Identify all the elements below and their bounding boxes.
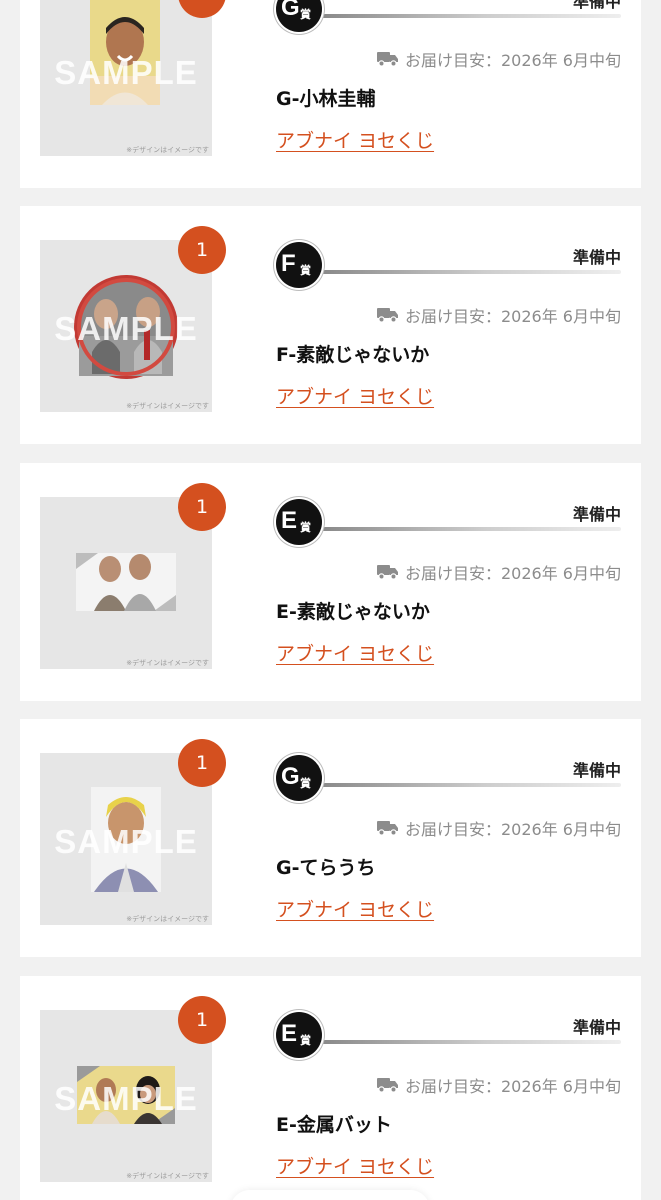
grade-suffix: 賞 (300, 8, 311, 21)
design-note: ※デザインはイメージです (126, 146, 209, 154)
sample-watermark: SAMPLE (54, 310, 198, 347)
delivery-estimate: お届け目安：2026年 6月中旬 (377, 303, 621, 327)
grade-letter: E (281, 507, 298, 534)
prize-thumbnail: SAMPLE ※デザインはイメージです (40, 0, 212, 156)
grade-letter: F (281, 250, 296, 277)
grade-badge: F 賞 (276, 242, 322, 288)
status-label: 準備中 (572, 1018, 621, 1037)
grade-badge: G 賞 (276, 0, 322, 32)
quantity-badge: 1 (178, 483, 226, 531)
quantity-badge: 1 (178, 996, 226, 1044)
grade-letter: E (281, 1020, 298, 1047)
grade-suffix: 賞 (300, 777, 311, 790)
status-label: 準備中 (572, 0, 621, 11)
truck-icon (377, 821, 398, 836)
grade-suffix: 賞 (300, 1034, 311, 1047)
prize-card: SAMPLE ※デザインはイメージです 1 F 賞 準備中 お届け目安：2026… (20, 206, 641, 444)
progress-track (318, 527, 621, 531)
sample-watermark: SAMPLE (54, 1080, 198, 1117)
quantity-badge: 1 (178, 739, 226, 787)
design-note: ※デザインはイメージです (126, 659, 209, 667)
progress-track (318, 270, 621, 274)
delivery-text: お届け目安：2026年 6月中旬 (405, 564, 621, 583)
lottery-link[interactable]: アブナイ ヨセくじ (276, 639, 434, 666)
prize-card: SAMPLE ※デザインはイメージです 1 G 賞 準備中 お届け目安：2026… (20, 0, 641, 188)
grade-badge: G 賞 (276, 755, 322, 801)
prize-card: ※デザインはイメージです 1 E 賞 準備中 お届け目安：2026年 6月中旬 … (20, 463, 641, 701)
delivery-text: お届け目安：2026年 6月中旬 (405, 307, 621, 326)
prize-name: E-金属バット (276, 1114, 392, 1136)
lottery-link[interactable]: アブナイ ヨセくじ (276, 1152, 434, 1179)
truck-icon (377, 308, 398, 323)
design-note: ※デザインはイメージです (126, 915, 209, 923)
truck-icon (377, 1078, 398, 1093)
status-label: 準備中 (572, 248, 621, 267)
progress-track (318, 783, 621, 787)
lottery-link[interactable]: アブナイ ヨセくじ (276, 382, 434, 409)
grade-suffix: 賞 (300, 264, 311, 277)
prize-name: E-素敵じゃないか (276, 601, 430, 623)
delivery-text: お届け目安：2026年 6月中旬 (405, 1077, 621, 1096)
sample-watermark: SAMPLE (54, 823, 198, 860)
status-label: 準備中 (572, 761, 621, 780)
delivery-text: お届け目安：2026年 6月中旬 (405, 820, 621, 839)
floating-bottom-button[interactable] (230, 1190, 430, 1200)
grade-badge: E 賞 (276, 1012, 322, 1058)
delivery-estimate: お届け目安：2026年 6月中旬 (377, 816, 621, 840)
status-label: 準備中 (572, 505, 621, 524)
lottery-link[interactable]: アブナイ ヨセくじ (276, 895, 434, 922)
prize-name: G-てらうち (276, 857, 376, 879)
grade-letter: G (281, 0, 300, 21)
grade-badge: E 賞 (276, 499, 322, 545)
truck-icon (377, 52, 398, 67)
prize-list: SAMPLE ※デザインはイメージです 1 G 賞 準備中 お届け目安：2026… (0, 0, 661, 1200)
delivery-estimate: お届け目安：2026年 6月中旬 (377, 560, 621, 584)
lottery-link[interactable]: アブナイ ヨセくじ (276, 126, 434, 153)
delivery-text: お届け目安：2026年 6月中旬 (405, 51, 621, 70)
design-note: ※デザインはイメージです (126, 402, 209, 410)
quantity-badge: 1 (178, 226, 226, 274)
prize-name: G-小林圭輔 (276, 88, 376, 110)
truck-icon (377, 565, 398, 580)
prize-card: SAMPLE ※デザインはイメージです 1 E 賞 準備中 お届け目安：2026… (20, 976, 641, 1200)
progress-track (318, 14, 621, 18)
prize-card: SAMPLE ※デザインはイメージです 1 G 賞 準備中 お届け目安：2026… (20, 719, 641, 957)
delivery-estimate: お届け目安：2026年 6月中旬 (377, 47, 621, 71)
grade-letter: G (281, 763, 300, 790)
delivery-estimate: お届け目安：2026年 6月中旬 (377, 1073, 621, 1097)
prize-name: F-素敵じゃないか (276, 344, 430, 366)
grade-suffix: 賞 (300, 521, 311, 534)
progress-track (318, 1040, 621, 1044)
design-note: ※デザインはイメージです (126, 1172, 209, 1180)
sample-watermark: SAMPLE (54, 54, 198, 91)
